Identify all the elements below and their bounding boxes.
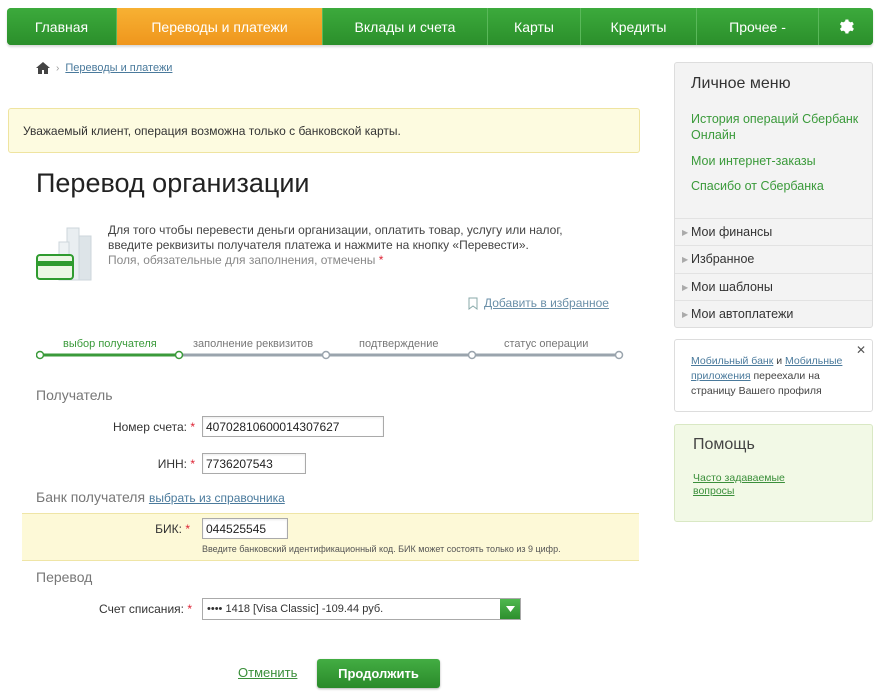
- nav-item-other[interactable]: Прочее -: [697, 8, 819, 45]
- operations-history-link[interactable]: История операций Сбербанк Онлайн: [691, 111, 867, 143]
- cancel-link[interactable]: Отменить: [238, 665, 297, 680]
- debit-account-label: Счет списания: *: [60, 602, 192, 616]
- required-mark: *: [185, 522, 190, 536]
- step-confirmation: подтверждение: [359, 338, 439, 350]
- bik-field[interactable]: [202, 518, 288, 539]
- dropdown-button[interactable]: [500, 599, 520, 619]
- nav-item-label: Вклады и счета: [354, 18, 456, 35]
- home-icon[interactable]: [36, 62, 50, 74]
- top-nav: Главная Переводы и платежи Вклады и счет…: [7, 8, 873, 45]
- nav-item-label: Кредиты: [610, 18, 667, 35]
- inn-label: ИНН: *: [60, 457, 195, 471]
- nav-item-cards[interactable]: Карты: [488, 8, 581, 45]
- menu-my-finances[interactable]: ▶ Мои финансы: [675, 218, 872, 245]
- debit-account-label-text: Счет списания:: [99, 602, 184, 616]
- bik-hint: Введите банковский идентификационный код…: [202, 544, 561, 554]
- required-mark: *: [187, 602, 192, 616]
- chevron-down-icon: [505, 606, 515, 612]
- internet-orders-link[interactable]: Мои интернет-заказы: [691, 153, 867, 169]
- account-number-label: Номер счета: *: [60, 420, 195, 434]
- required-mark: *: [190, 420, 195, 434]
- step-fill-details: заполнение реквизитов: [193, 338, 314, 350]
- help-title: Помощь: [693, 436, 755, 453]
- menu-favorites[interactable]: ▶ Избранное: [675, 245, 872, 272]
- nav-item-label: Карты: [514, 18, 554, 35]
- intro-text: Для того чтобы перевести деньги организа…: [108, 223, 608, 268]
- nav-item-home[interactable]: Главная: [7, 8, 117, 45]
- chevron-right-icon: ▶: [682, 309, 689, 319]
- chevron-right-icon: ▶: [682, 282, 689, 292]
- debit-account-value: •••• 1418 [Visa Classic] -109.44 руб.: [207, 603, 384, 615]
- add-to-favorites[interactable]: Добавить в избранное: [468, 296, 609, 310]
- chevron-right-icon: ▶: [682, 227, 689, 237]
- chevron-right-icon: ▶: [682, 254, 689, 264]
- recipient-section-title: Получатель: [36, 387, 113, 403]
- continue-button[interactable]: Продолжить: [317, 659, 440, 688]
- menu-item-label: Мои шаблоны: [691, 280, 773, 294]
- nav-item-transfers[interactable]: Переводы и платежи: [117, 8, 323, 45]
- personal-menu-title: Личное меню: [691, 75, 791, 92]
- bookmark-icon: [468, 297, 478, 310]
- transfer-illustration: [36, 227, 92, 281]
- menu-my-templates[interactable]: ▶ Мои шаблоны: [675, 273, 872, 300]
- account-number-label-text: Номер счета:: [112, 420, 187, 434]
- breadcrumb-link[interactable]: Переводы и платежи: [65, 62, 172, 74]
- nav-item-label: Прочее -: [729, 18, 786, 35]
- step-choose-recipient: выбор получателя: [63, 338, 157, 350]
- personal-menu: Личное меню История операций Сбербанк Он…: [674, 62, 873, 328]
- help-box: Помощь Часто задаваемые вопросы: [674, 424, 873, 522]
- breadcrumb-separator: ›: [56, 62, 60, 74]
- required-mark: *: [190, 457, 195, 471]
- required-mark: *: [378, 253, 384, 267]
- menu-item-label: Мои финансы: [691, 225, 773, 239]
- mobile-apps-notification: ✕ Мобильный банк и Мобильные приложения …: [674, 339, 873, 412]
- bank-section-title: Банк получателя выбрать из справочника: [36, 489, 285, 505]
- faq-link[interactable]: Часто задаваемые вопросы: [693, 472, 813, 498]
- select-from-directory-link[interactable]: выбрать из справочника: [149, 491, 285, 505]
- add-to-favorites-link[interactable]: Добавить в избранное: [484, 296, 609, 310]
- page-title: Перевод организации: [36, 168, 310, 198]
- bank-section-title-text: Банк получателя: [36, 489, 146, 505]
- inn-label-text: ИНН:: [157, 457, 187, 471]
- bik-label-text: БИК:: [155, 522, 182, 536]
- inn-field[interactable]: [202, 453, 306, 474]
- breadcrumb: › Переводы и платежи: [36, 62, 172, 74]
- transfer-section-title: Перевод: [36, 569, 93, 585]
- nav-item-label: Переводы и платежи: [151, 18, 288, 35]
- debit-account-select[interactable]: •••• 1418 [Visa Classic] -109.44 руб.: [202, 598, 521, 620]
- account-number-field[interactable]: [202, 416, 384, 437]
- menu-item-label: Мои автоплатежи: [691, 307, 794, 321]
- intro-description: Для того чтобы перевести деньги организа…: [108, 223, 563, 252]
- mobile-bank-link[interactable]: Мобильный банк: [691, 355, 773, 367]
- nav-item-credits[interactable]: Кредиты: [581, 8, 697, 45]
- spasibo-link[interactable]: Спасибо от Сбербанка: [691, 178, 867, 194]
- step-status: статус операции: [504, 338, 589, 350]
- nav-item-deposits[interactable]: Вклады и счета: [323, 8, 488, 45]
- nav-item-label: Главная: [34, 18, 89, 35]
- menu-item-label: Избранное: [691, 252, 755, 266]
- settings-button[interactable]: [819, 8, 873, 45]
- gear-icon: [839, 19, 854, 34]
- notification-text: и: [773, 355, 786, 367]
- menu-my-autopayments[interactable]: ▶ Мои автоплатежи: [675, 300, 872, 327]
- bik-label: БИК: *: [60, 522, 190, 536]
- card-only-notice: Уважаемый клиент, операция возможна толь…: [8, 108, 640, 153]
- close-icon[interactable]: ✕: [856, 343, 866, 358]
- progress-steps: выбор получателя заполнение реквизитов п…: [36, 336, 626, 366]
- required-hint: Поля, обязательные для заполнения, отмеч…: [108, 253, 376, 267]
